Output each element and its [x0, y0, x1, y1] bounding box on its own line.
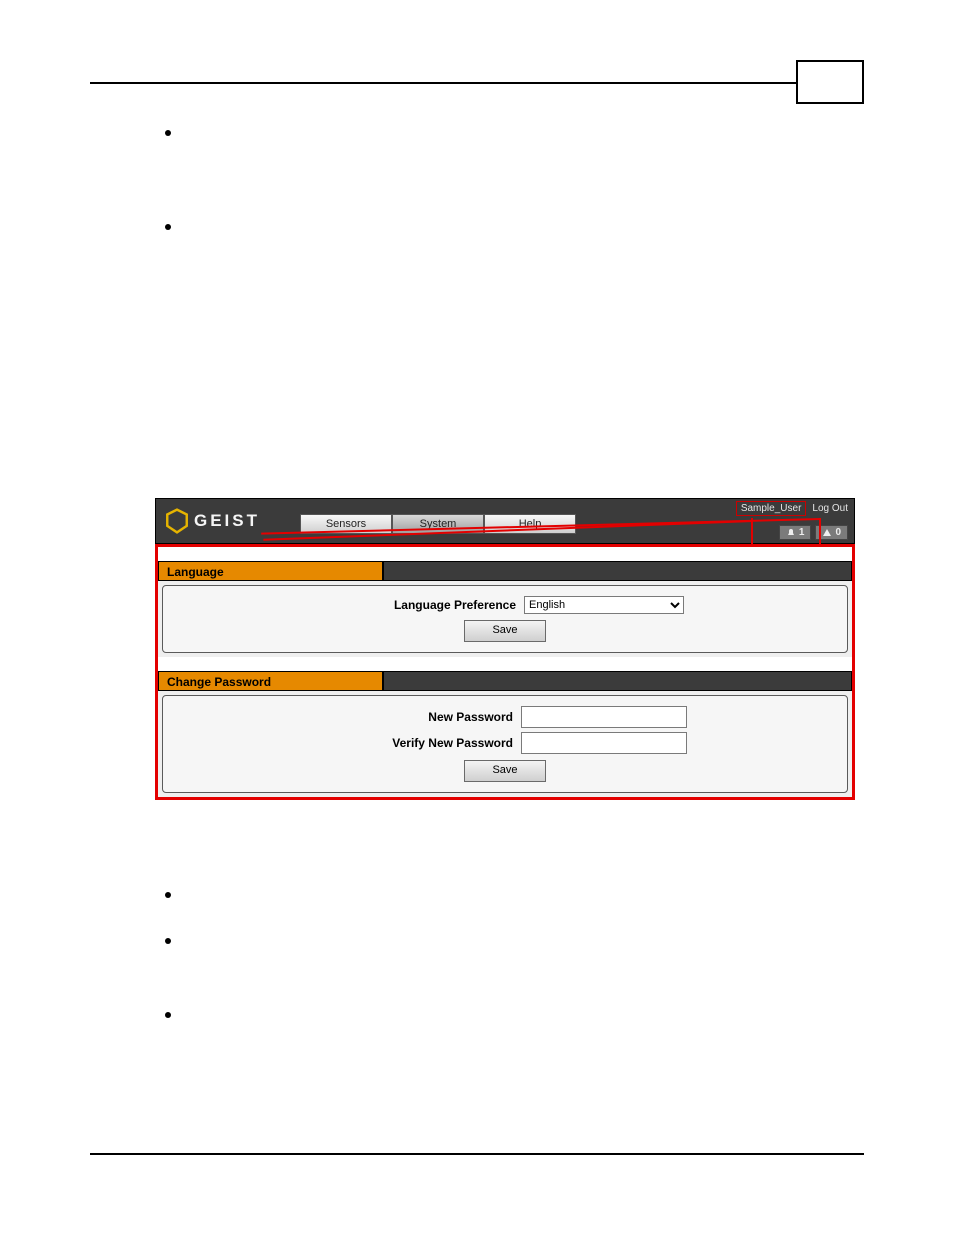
language-section-header: Language	[158, 561, 852, 581]
bullet-icon	[165, 130, 171, 136]
language-section-title: Language	[158, 561, 383, 581]
new-password-input[interactable]	[521, 706, 687, 728]
password-section-header: Change Password	[158, 671, 852, 691]
top-bullet-list	[165, 130, 171, 230]
language-panel: Language Preference English Save	[162, 585, 848, 653]
password-save-button[interactable]: Save	[464, 760, 546, 782]
warning-icon	[822, 528, 832, 538]
embedded-screenshot: GEIST Sensors System Help Sample_User Lo…	[155, 498, 855, 800]
password-section-title: Change Password	[158, 671, 383, 691]
top-rule	[90, 82, 864, 84]
bullet-icon	[165, 938, 171, 944]
callout-line	[819, 518, 821, 546]
bottom-bullet-list	[165, 892, 171, 1018]
panel-gap	[158, 547, 852, 561]
callout-line	[751, 518, 753, 546]
bell-icon	[786, 528, 796, 538]
bullet-icon	[165, 892, 171, 898]
bullet-icon	[165, 1012, 171, 1018]
status-pills: 1 0	[779, 525, 848, 540]
alarm-count: 1	[799, 527, 805, 538]
language-pref-row: Language Preference English	[175, 596, 835, 614]
user-area: Sample_User Log Out	[736, 501, 848, 516]
warn-count: 0	[835, 527, 841, 538]
verify-password-row: Verify New Password	[175, 732, 835, 754]
page-number-box	[796, 60, 864, 104]
bullet-icon	[165, 224, 171, 230]
document-page: GEIST Sensors System Help Sample_User Lo…	[0, 0, 954, 1235]
shield-icon	[164, 508, 190, 534]
language-pref-label: Language Preference	[326, 598, 516, 612]
verify-password-input[interactable]	[521, 732, 687, 754]
username-link[interactable]: Sample_User	[736, 501, 807, 516]
bottom-rule	[90, 1153, 864, 1155]
panel-gap	[158, 657, 852, 671]
brand-logo: GEIST	[164, 508, 260, 534]
highlighted-panel-area: Language Language Preference English Sav…	[155, 544, 855, 800]
new-password-label: New Password	[323, 710, 513, 724]
language-save-button[interactable]: Save	[464, 620, 546, 642]
brand-text: GEIST	[194, 511, 260, 531]
language-select[interactable]: English	[524, 596, 684, 614]
logout-link[interactable]: Log Out	[812, 503, 848, 514]
new-password-row: New Password	[175, 706, 835, 728]
verify-password-label: Verify New Password	[323, 736, 513, 750]
password-panel: New Password Verify New Password Save	[162, 695, 848, 793]
alarm-badge[interactable]: 1	[779, 525, 812, 540]
section-bar	[383, 561, 852, 581]
section-bar	[383, 671, 852, 691]
